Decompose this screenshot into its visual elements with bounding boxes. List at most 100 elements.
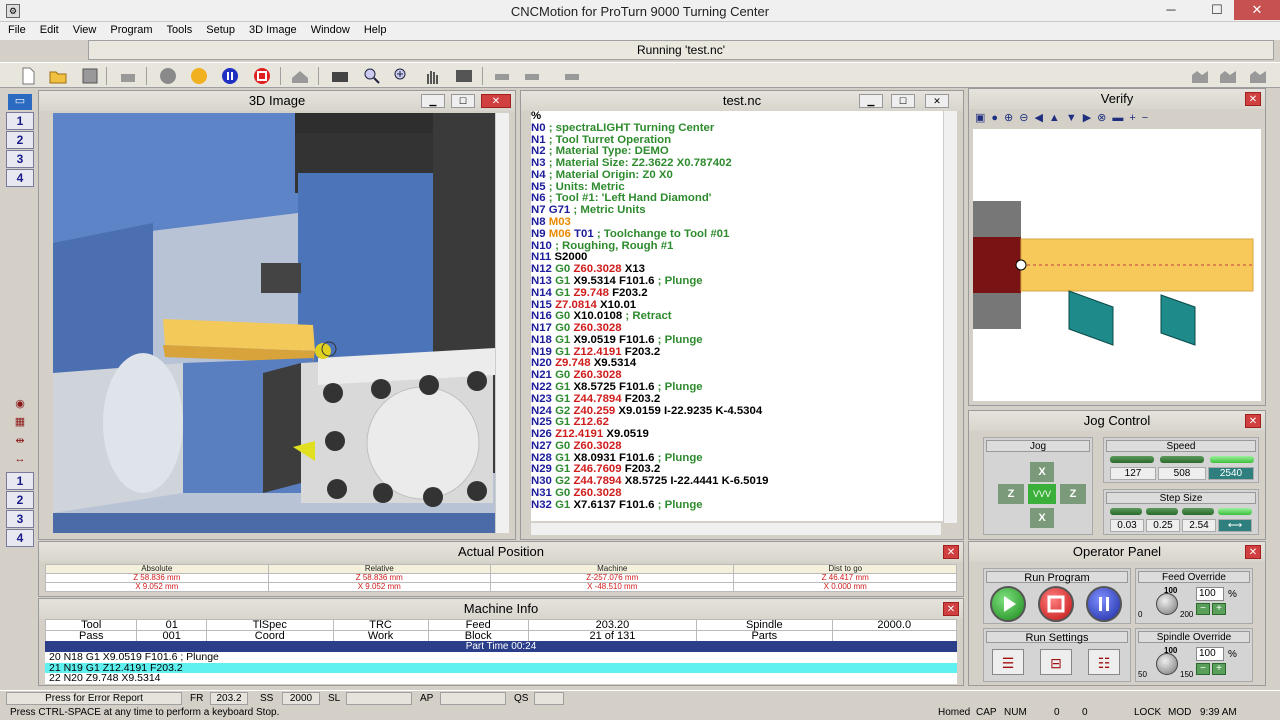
- step-value-3[interactable]: 2.54: [1182, 519, 1216, 532]
- close-button[interactable]: ✕: [1234, 0, 1280, 20]
- view-3-button[interactable]: 3: [6, 150, 34, 168]
- width-icon[interactable]: ↔: [8, 453, 32, 469]
- code-line[interactable]: N10 ; Roughing, Rough #1: [531, 240, 951, 253]
- jog-center-button[interactable]: VVV: [1028, 484, 1056, 504]
- zoom-in-icon[interactable]: [392, 66, 412, 86]
- pause-button[interactable]: [1086, 586, 1122, 622]
- part-icon-b[interactable]: [1218, 66, 1238, 86]
- measure-icon[interactable]: ⇹: [8, 434, 32, 450]
- mark-1-button[interactable]: 1: [6, 472, 34, 490]
- spindle-override-input[interactable]: 100: [1196, 647, 1224, 661]
- step-bar-1[interactable]: [1110, 508, 1142, 515]
- mark-4-button[interactable]: 4: [6, 529, 34, 547]
- stop-button[interactable]: [1038, 586, 1074, 622]
- block-list[interactable]: 20 N18 G1 X9.0519 F101.6 ; Plunge 21 N19…: [45, 652, 957, 684]
- code-minimize-button[interactable]: ▁: [859, 94, 883, 108]
- lathe-3d-view[interactable]: [53, 113, 495, 533]
- continuous-jog-icon[interactable]: ⟷: [1218, 519, 1252, 532]
- image3d-minimize-button[interactable]: ▁: [421, 94, 445, 108]
- step-value-2[interactable]: 0.25: [1146, 519, 1180, 532]
- speed-value-3[interactable]: 2540: [1208, 467, 1254, 480]
- step-bar-3[interactable]: [1182, 508, 1214, 515]
- jog-z-plus-button[interactable]: Z: [1060, 484, 1086, 504]
- jog-x-plus-button[interactable]: X: [1030, 462, 1054, 482]
- code-horizontal-scrollbar[interactable]: [531, 523, 941, 535]
- jog-close-button[interactable]: ✕: [1245, 414, 1261, 428]
- pan-hand-icon[interactable]: [422, 66, 442, 86]
- gcode-editor[interactable]: % N0 ; spectraLIGHT Turning Center N1 ; To…: [531, 111, 951, 521]
- mark-3-button[interactable]: 3: [6, 510, 34, 528]
- menu-view[interactable]: View: [67, 22, 103, 36]
- image3d-maximize-button[interactable]: ☐: [451, 94, 475, 108]
- step-bar-4[interactable]: [1218, 508, 1252, 515]
- cycle-start-button[interactable]: [990, 586, 1026, 622]
- record-icon[interactable]: ◉: [8, 397, 32, 413]
- new-file-icon[interactable]: [18, 66, 38, 86]
- machine-info-close-button[interactable]: ✕: [943, 602, 959, 616]
- minimize-button[interactable]: ─: [1156, 0, 1186, 20]
- cycle-start-icon[interactable]: [158, 66, 178, 86]
- view-2-button[interactable]: 2: [6, 131, 34, 149]
- speed-value-1[interactable]: 127: [1110, 467, 1156, 480]
- maximize-button[interactable]: ☐: [1202, 0, 1232, 20]
- spindle-plus-button[interactable]: +: [1212, 663, 1226, 675]
- snapshot-icon[interactable]: [454, 66, 474, 86]
- block-line-next[interactable]: 22 N20 Z9.748 X9.5314: [45, 673, 957, 684]
- block-delete-icon[interactable]: ⊟: [1040, 649, 1072, 675]
- speed-value-2[interactable]: 508: [1158, 467, 1206, 480]
- menu-help[interactable]: Help: [358, 22, 393, 36]
- step-value-1[interactable]: 0.03: [1110, 519, 1144, 532]
- menu-3d-image[interactable]: 3D Image: [243, 22, 303, 36]
- jog-x-minus-button[interactable]: X: [1030, 508, 1054, 528]
- spindle-minus-button[interactable]: −: [1196, 663, 1210, 675]
- spindle-override-knob[interactable]: [1156, 653, 1178, 675]
- block-line-prev[interactable]: 20 N18 G1 X9.0519 F101.6 ; Plunge: [45, 652, 957, 663]
- verify-toolbar[interactable]: ▣●⊕⊖◀▲▼▶⊗▬+−: [975, 111, 1255, 127]
- camera-icon[interactable]: [330, 66, 350, 86]
- error-report-button[interactable]: Press for Error Report: [6, 692, 182, 705]
- part-icon-c[interactable]: [1248, 66, 1268, 86]
- tool-icon-c[interactable]: [562, 66, 582, 86]
- actual-position-close-button[interactable]: ✕: [943, 545, 959, 559]
- tool-icon-b[interactable]: [522, 66, 542, 86]
- code-line[interactable]: N32 G1 X7.6137 F101.6 ; Plunge: [531, 499, 951, 512]
- image3d-scrollbar[interactable]: [495, 113, 509, 533]
- feed-override-input[interactable]: 100: [1196, 587, 1224, 601]
- feed-minus-button[interactable]: −: [1196, 603, 1210, 615]
- feed-plus-button[interactable]: +: [1212, 603, 1226, 615]
- menu-setup[interactable]: Setup: [200, 22, 241, 36]
- views-icon[interactable]: ▭: [8, 94, 32, 110]
- speed-bar-1[interactable]: [1110, 456, 1154, 463]
- tool-icon-a[interactable]: [492, 66, 512, 86]
- feed-hold-icon[interactable]: [189, 66, 209, 86]
- part-icon-a[interactable]: [1190, 66, 1210, 86]
- single-step-icon[interactable]: ☰: [992, 649, 1024, 675]
- zoom-icon[interactable]: [362, 66, 382, 86]
- image3d-close-button[interactable]: ✕: [481, 94, 511, 108]
- jog-z-minus-button[interactable]: Z: [998, 484, 1024, 504]
- code-maximize-button[interactable]: ☐: [891, 94, 915, 108]
- optional-stop-icon[interactable]: ☷: [1088, 649, 1120, 675]
- mark-2-button[interactable]: 2: [6, 491, 34, 509]
- step-bar-2[interactable]: [1146, 508, 1178, 515]
- save-icon[interactable]: [80, 66, 100, 86]
- code-vertical-scrollbar[interactable]: [943, 111, 957, 523]
- machine-icon[interactable]: [118, 66, 138, 86]
- verify-close-button[interactable]: ✕: [1245, 92, 1261, 106]
- code-close-button[interactable]: ✕: [925, 94, 949, 108]
- view-4-button[interactable]: 4: [6, 169, 34, 187]
- menu-program[interactable]: Program: [104, 22, 158, 36]
- menu-tools[interactable]: Tools: [161, 22, 199, 36]
- code-line[interactable]: N7 G71 ; Metric Units: [531, 204, 951, 217]
- verify-view[interactable]: [973, 129, 1261, 401]
- open-folder-icon[interactable]: [48, 66, 68, 86]
- grid-icon[interactable]: ▦: [8, 415, 32, 431]
- view-1-button[interactable]: 1: [6, 112, 34, 130]
- menu-edit[interactable]: Edit: [34, 22, 65, 36]
- feed-override-knob[interactable]: [1156, 593, 1178, 615]
- operator-panel-close-button[interactable]: ✕: [1245, 545, 1261, 559]
- speed-bar-2[interactable]: [1160, 456, 1204, 463]
- block-line-current[interactable]: 21 N19 G1 Z12.4191 F203.2: [45, 662, 957, 673]
- pause-icon[interactable]: [220, 66, 240, 86]
- home-icon[interactable]: [290, 66, 310, 86]
